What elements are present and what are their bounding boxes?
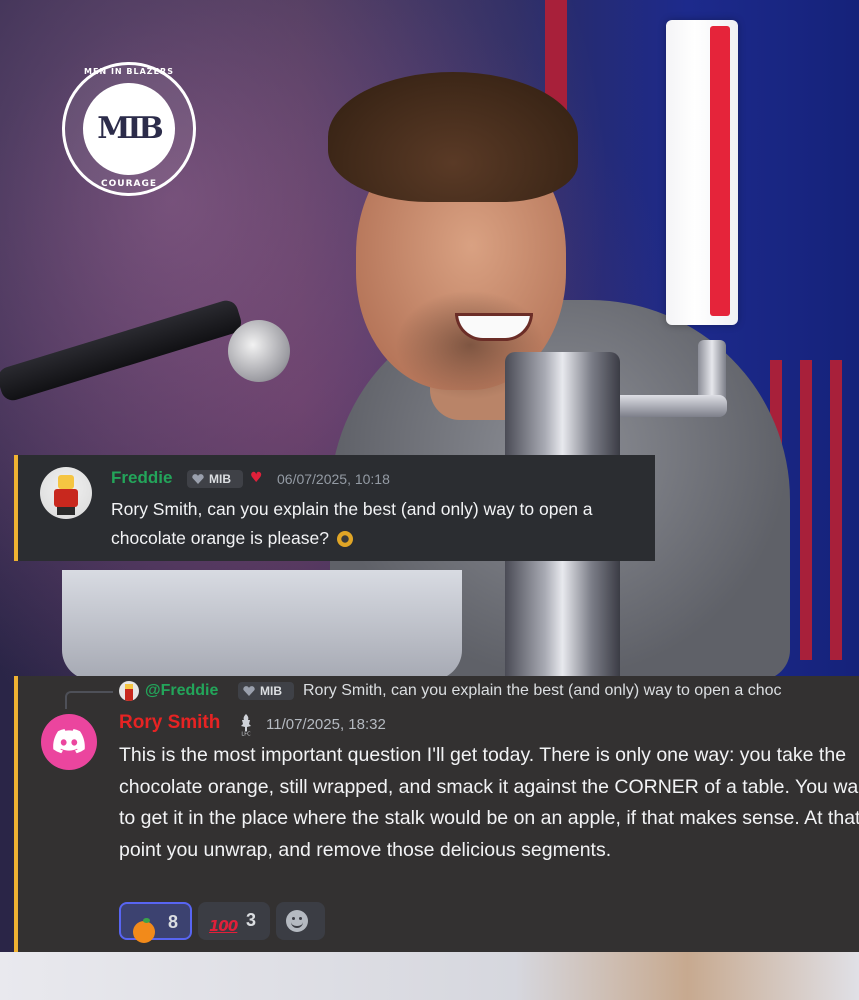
freddie-avatar[interactable] [40,467,92,519]
server-tag-label: MIB [209,472,231,486]
microphone-body [0,297,245,404]
men-in-blazers-logo: MEN IN BLAZERS MIB COURAGE [62,62,196,196]
reaction-count: 8 [168,912,179,932]
lego-figure-icon [54,475,78,515]
discord-avatar[interactable] [41,714,97,770]
logo-bottom-text: COURAGE [101,179,157,189]
person-hair [328,72,578,202]
reaction-hundred[interactable]: 100 3 [198,902,270,940]
message-timestamp: 06/07/2025, 10:18 [277,471,390,487]
logo-badge: MIB [83,83,175,175]
lips-icon: ♥ [250,470,263,486]
chocolate-orange-emoji-icon [336,531,353,548]
message-timestamp: 11/07/2025, 18:32 [266,716,386,733]
ice-bucket [62,570,462,680]
background-stripe [830,360,842,660]
logo-top-text: MEN IN BLAZERS [84,67,174,76]
heart-badge-icon [192,474,204,484]
heart-badge-icon [243,686,255,696]
reaction-count: 3 [246,910,257,930]
server-tag[interactable]: MIB [187,470,243,488]
message-text: This is the most important question I'll… [119,744,859,861]
table-edge [0,952,859,1000]
hundred-points-icon: 100 [209,917,238,935]
microphone-head [228,320,290,382]
tangerine-icon [121,912,155,943]
background-stripe [800,360,812,660]
reply-server-tag-label: MIB [260,684,282,698]
reply-connector [65,691,113,709]
beer-tap-handle [666,20,738,325]
message-author[interactable]: Rory Smith [119,712,220,734]
liverpool-crest-icon: LFC [241,714,251,737]
message-content: Rory Smith, can you explain the best (an… [111,495,651,553]
smiley-icon [286,910,308,932]
reaction-tangerine[interactable]: 8 [119,902,192,943]
beer-tap-arm [612,395,727,417]
reply-avatar[interactable] [119,681,139,701]
svg-text:LFC: LFC [241,732,251,737]
add-reaction-button[interactable] [276,902,325,940]
logo-mark: MIB [97,111,164,146]
message-author[interactable]: Freddie [111,468,172,488]
question-message: Freddie MIB ♥ 06/07/2025, 10:18 Rory Smi… [14,455,655,561]
reply-message: @Freddie MIB Rory Smith, can you explain… [14,676,859,952]
discord-logo-icon [53,729,85,754]
reply-preview[interactable]: Rory Smith, can you explain the best (an… [303,682,781,700]
reply-server-tag[interactable]: MIB [238,682,294,700]
reply-mention[interactable]: @Freddie [145,682,218,700]
